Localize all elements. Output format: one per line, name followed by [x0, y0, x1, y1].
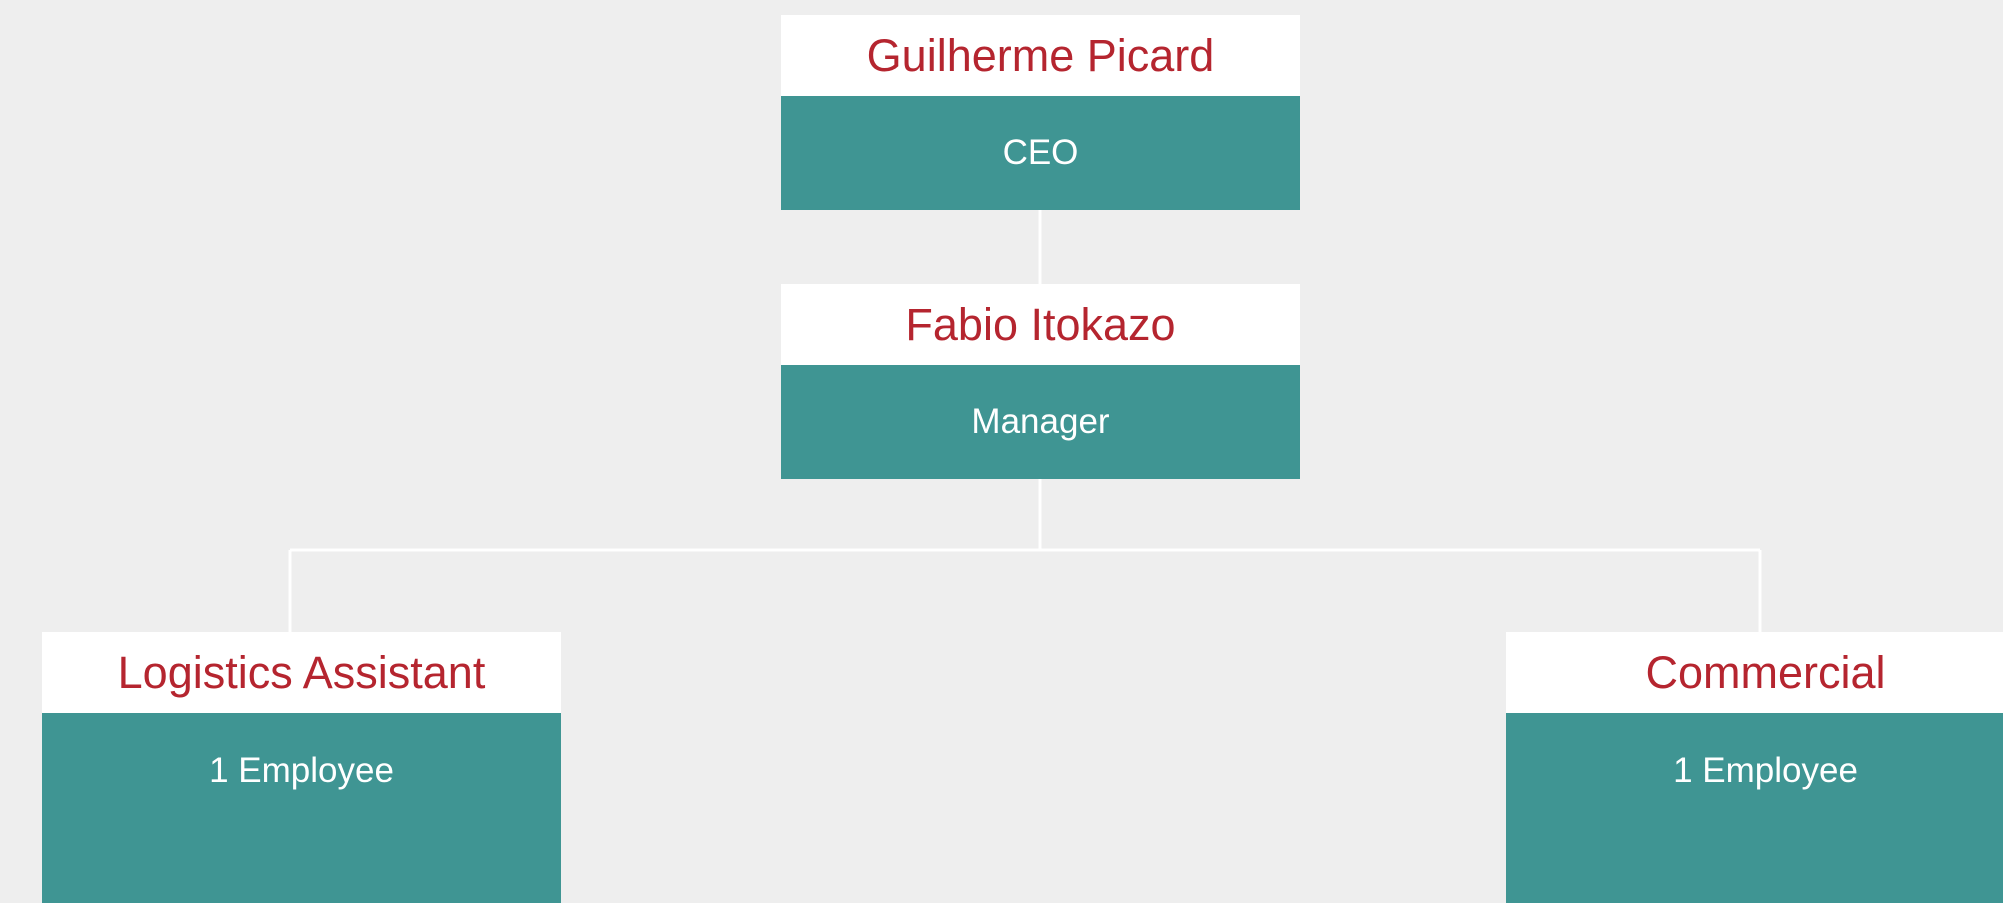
node-name: Fabio Itokazo	[781, 284, 1300, 365]
node-role: CEO	[781, 96, 1300, 210]
node-name: Logistics Assistant	[42, 632, 561, 713]
node-role: Manager	[781, 365, 1300, 479]
org-node-manager: Fabio Itokazo Manager	[781, 284, 1300, 479]
org-node-ceo: Guilherme Picard CEO	[781, 15, 1300, 210]
org-node-commercial: Commercial 1 Employee	[1506, 632, 2003, 903]
node-name: Guilherme Picard	[781, 15, 1300, 96]
node-role: 1 Employee	[42, 713, 561, 903]
node-role: 1 Employee	[1506, 713, 2003, 903]
node-name: Commercial	[1506, 632, 2003, 713]
org-node-logistics-assistant: Logistics Assistant 1 Employee	[42, 632, 561, 903]
